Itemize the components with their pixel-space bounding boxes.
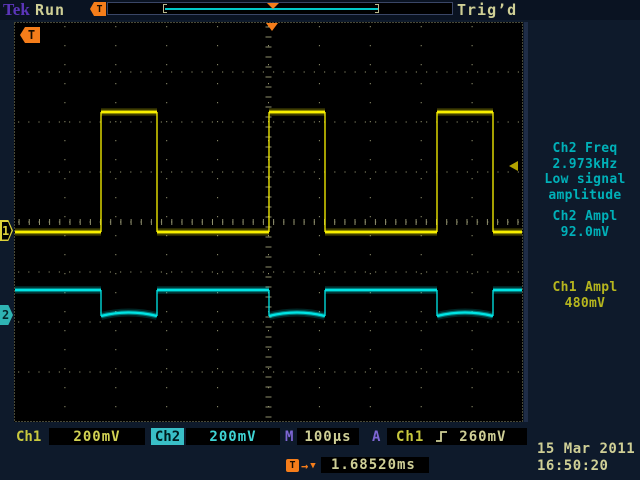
trigger-source: Ch1 — [396, 429, 424, 445]
trigger-pos-t-icon: T — [286, 459, 299, 472]
horizontal-position-indicator: T → ▼ — [286, 458, 316, 473]
time-readout: 16:50:20 — [537, 458, 608, 474]
ch1-scale-readout: 200mV — [49, 428, 145, 445]
measurement-ch2-freq: Ch2 Freq 2.973kHz Low signal amplitude — [532, 141, 638, 203]
auto-trigger-label: A — [372, 429, 380, 445]
right-arrow-icon: → — [301, 459, 308, 473]
meas-warning-line2: amplitude — [532, 188, 638, 204]
meas-title: Ch1 Ampl — [532, 280, 638, 296]
ch2-marker-label: 2 — [0, 305, 13, 325]
graticule-display — [0, 0, 640, 480]
ch2-ground-marker: 2 — [0, 305, 13, 325]
main-timebase-label: M — [285, 429, 293, 445]
graticule-edge-strip — [524, 22, 528, 422]
down-triangle-icon: ▼ — [310, 461, 315, 471]
measurement-ch1-ampl: Ch1 Ampl 480mV — [532, 280, 638, 311]
date-readout: 15 Mar 2011 — [537, 441, 635, 457]
ch1-ground-marker: 1 — [0, 220, 13, 241]
meas-title: Ch2 Ampl — [532, 209, 638, 225]
rising-edge-icon — [435, 430, 448, 443]
meas-title: Ch2 Freq — [532, 141, 638, 157]
oscilloscope-screen: Tek Run T Trig’d T 1 2 Ch2 Freq 2.973kHz… — [0, 0, 640, 480]
ch2-scale-readout: 200mV — [186, 428, 280, 445]
meas-value: 92.0mV — [532, 225, 638, 241]
measurement-ch2-ampl: Ch2 Ampl 92.0mV — [532, 209, 638, 240]
ch1-marker-label: 1 — [0, 220, 13, 241]
timebase-readout: 100µs — [297, 428, 359, 445]
trigger-level: 260mV — [459, 429, 506, 445]
meas-warning-line1: Low signal — [532, 172, 638, 188]
horizontal-position-readout: 1.68520ms — [321, 457, 429, 473]
ch1-label: Ch1 — [16, 429, 41, 445]
trigger-readout: Ch1 260mV — [387, 428, 527, 445]
meas-value: 480mV — [532, 296, 638, 312]
ch2-label-badge: Ch2 — [151, 428, 184, 445]
meas-value: 2.973kHz — [532, 157, 638, 173]
